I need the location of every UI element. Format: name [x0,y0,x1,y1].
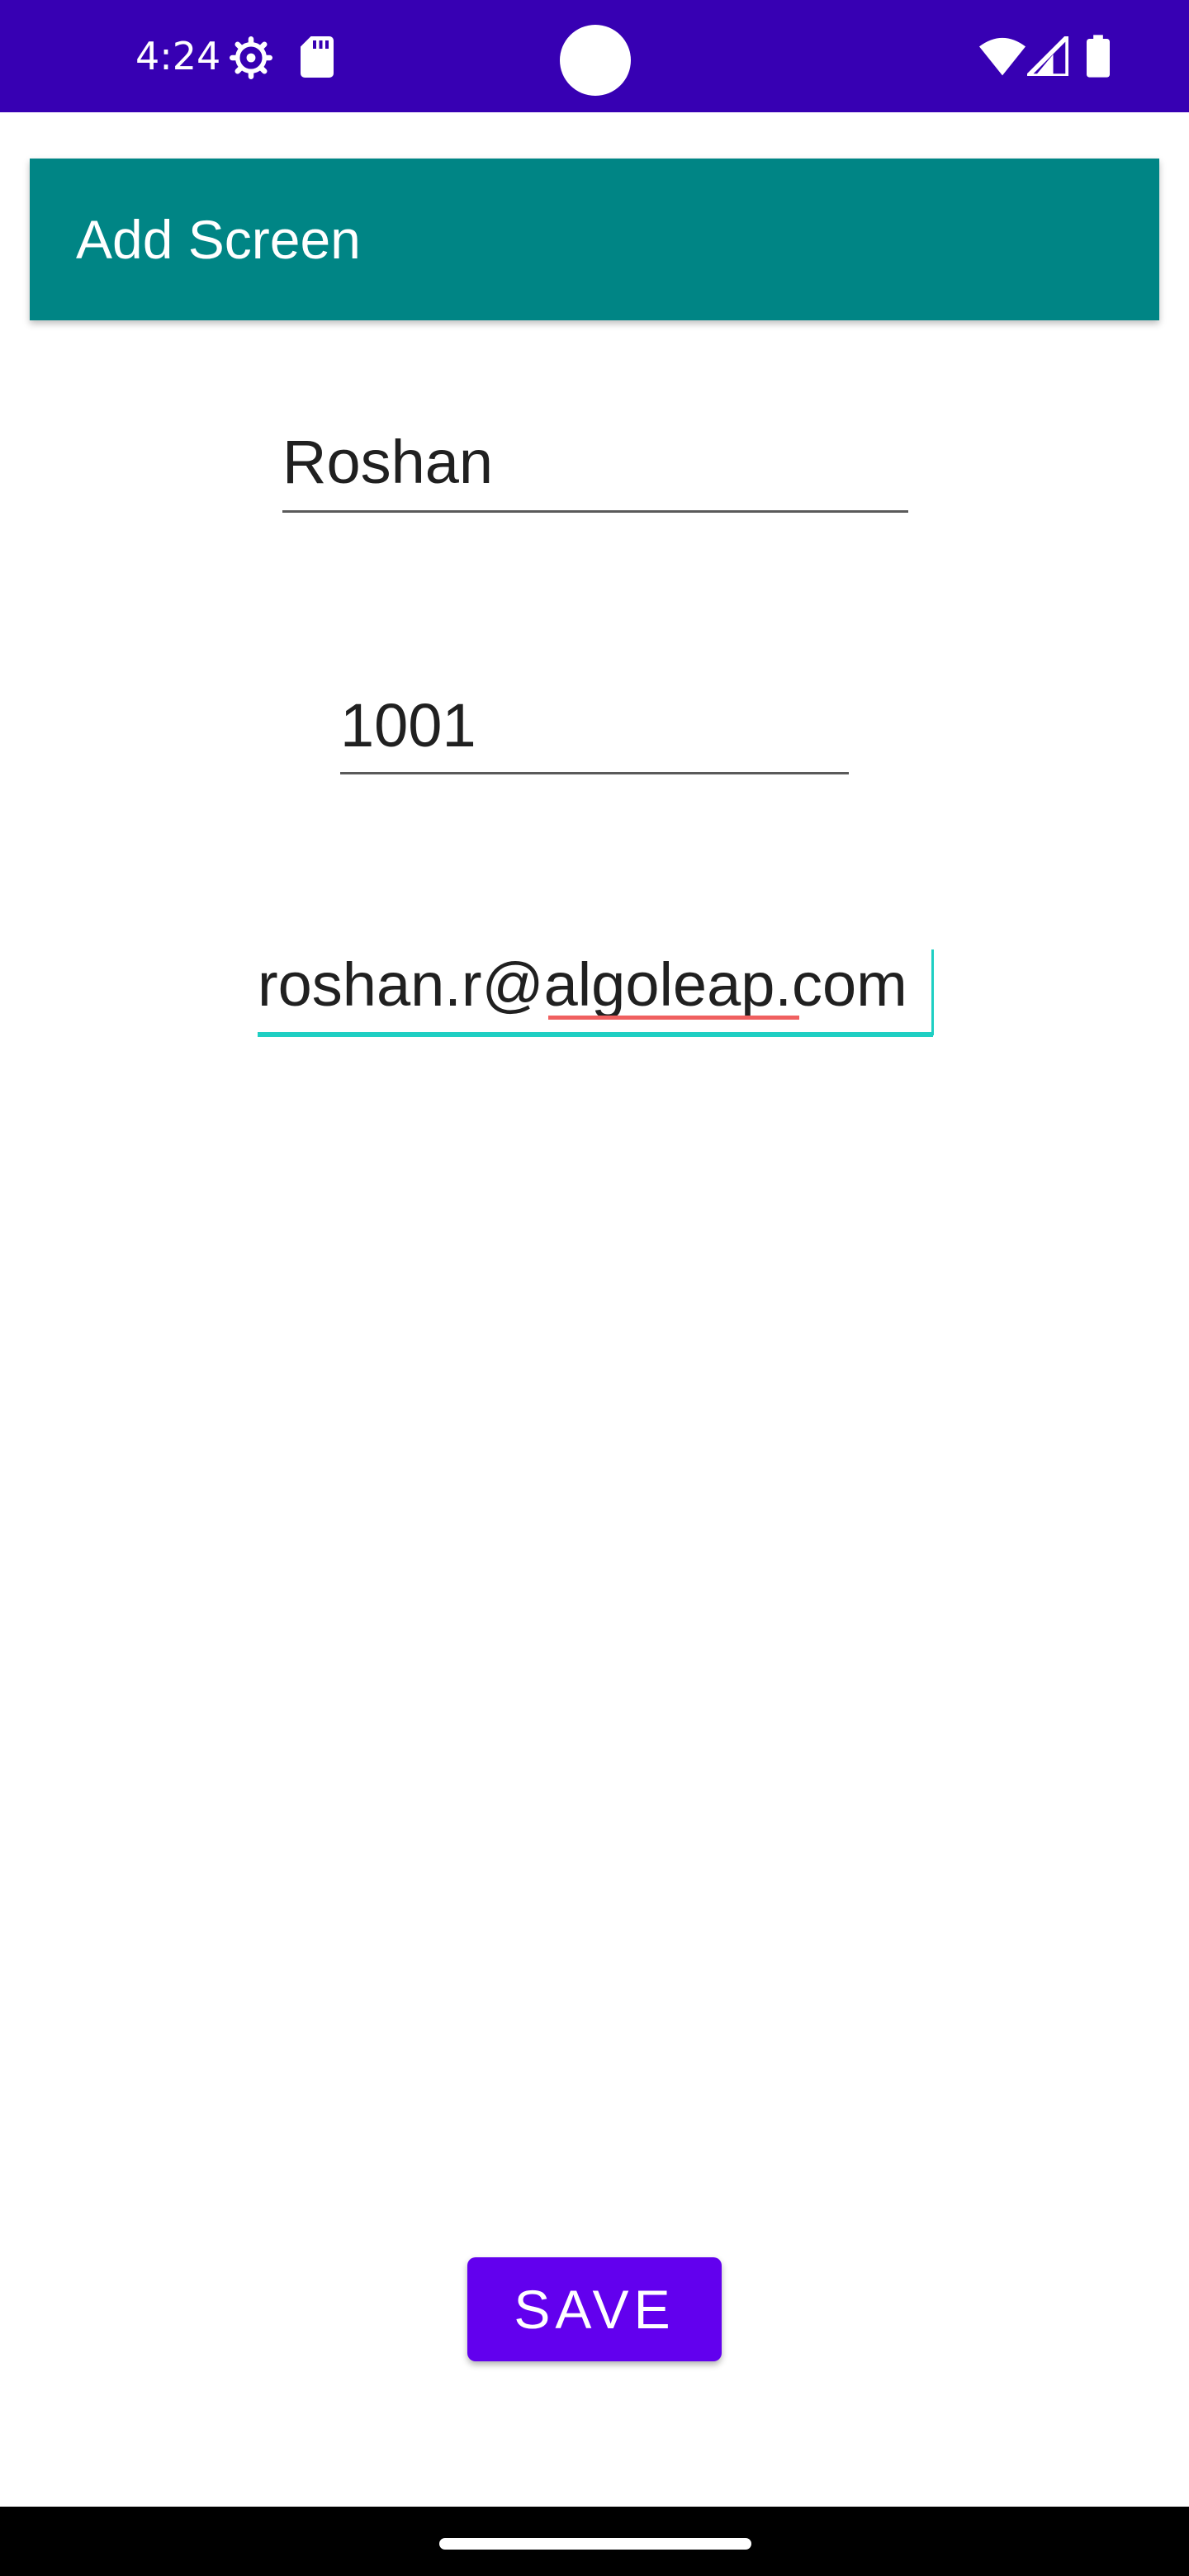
save-button[interactable]: SAVE [467,2257,722,2361]
id-field-underline [340,772,849,774]
id-field-value: 1001 [340,691,476,760]
page-title: Add Screen [76,209,361,270]
name-field-underline [282,510,908,513]
email-field-value: roshan.r@algoleap.com [258,950,907,1019]
sd-card-icon [301,36,334,78]
signal-icon [1027,36,1068,76]
battery-icon [1087,35,1110,78]
spellcheck-underline [548,1016,799,1020]
email-field[interactable]: roshan.r@algoleap.com [258,948,934,1037]
camera-cutout [560,25,631,96]
status-bar: 4:24 [0,0,1189,112]
home-gesture-handle[interactable] [439,2538,751,2550]
navigation-bar [0,2507,1189,2576]
settings-gear-icon [230,36,272,79]
name-field[interactable]: Roshan [282,425,908,513]
app-bar: Add Screen [30,159,1159,320]
email-field-underline [258,1032,933,1037]
wifi-icon [979,37,1026,76]
id-field[interactable]: 1001 [340,689,849,774]
name-field-value: Roshan [282,428,494,496]
status-time: 4:24 [135,34,221,78]
text-cursor [931,949,934,1035]
